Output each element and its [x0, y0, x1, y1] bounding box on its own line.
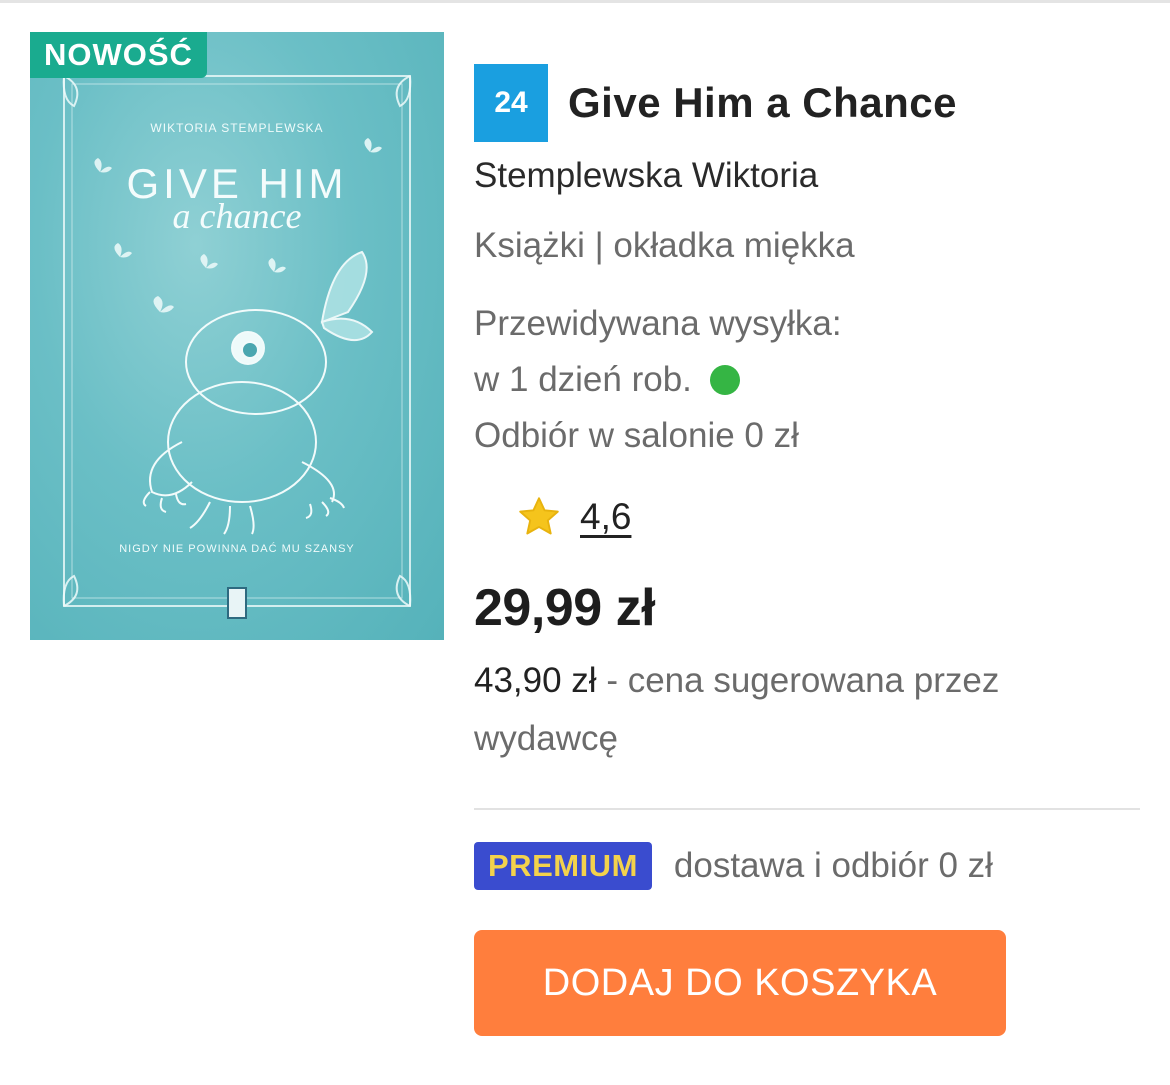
rank-badge: 24: [474, 64, 548, 142]
publisher-logo: [227, 587, 247, 619]
premium-row: PREMIUM dostawa i odbiór 0 zł: [474, 842, 1140, 890]
product-title[interactable]: Give Him a Chance: [568, 79, 957, 127]
book-cover-art: WIKTORIA STEMPLEWSKA GIVE HIM a chance N…: [62, 75, 412, 619]
title-row: 24 Give Him a Chance: [474, 64, 1140, 142]
premium-badge[interactable]: PREMIUM: [474, 842, 652, 890]
shipping-label: Przewidywana wysyłka:: [474, 304, 842, 343]
suggested-price-amount: 43,90 zł: [474, 661, 597, 700]
shipping-info: Przewidywana wysyłka: w 1 dzień rob. Odb…: [474, 296, 1140, 464]
product-author[interactable]: Stemplewska Wiktoria: [474, 156, 1140, 196]
rating-value[interactable]: 4,6: [580, 496, 631, 538]
book-cover-image[interactable]: WIKTORIA STEMPLEWSKA GIVE HIM a chance N…: [30, 32, 444, 640]
rating[interactable]: 4,6: [516, 494, 1140, 540]
product-price: 29,99 zł: [474, 579, 656, 637]
product-format: Książki | okładka miękka: [474, 226, 855, 265]
top-divider: [0, 0, 1170, 3]
section-divider: [474, 808, 1140, 810]
product-details: 24 Give Him a Chance Stemplewska Wiktori…: [474, 64, 1140, 1036]
cover-tagline: NIGDY NIE POWINNA DAĆ MU SZANSY: [119, 542, 355, 555]
cover-author-text: WIKTORIA STEMPLEWSKA: [150, 121, 323, 135]
cover-title-line2: a chance: [173, 196, 302, 236]
availability-dot-icon: [709, 365, 740, 395]
star-icon: [519, 497, 559, 535]
pickup-info: Odbiór w salonie 0 zł: [474, 416, 799, 455]
shipping-time-row: w 1 dzień rob.: [474, 352, 1140, 408]
premium-text: dostawa i odbiór 0 zł: [673, 846, 993, 885]
suggested-price: 43,90 zł - cena sugerowana przez wydawcę: [474, 652, 1094, 768]
new-badge: NOWOŚĆ: [30, 32, 207, 78]
shipping-time: w 1 dzień rob.: [474, 360, 692, 399]
add-to-cart-button[interactable]: DODAJ DO KOSZYKA: [474, 930, 1006, 1036]
